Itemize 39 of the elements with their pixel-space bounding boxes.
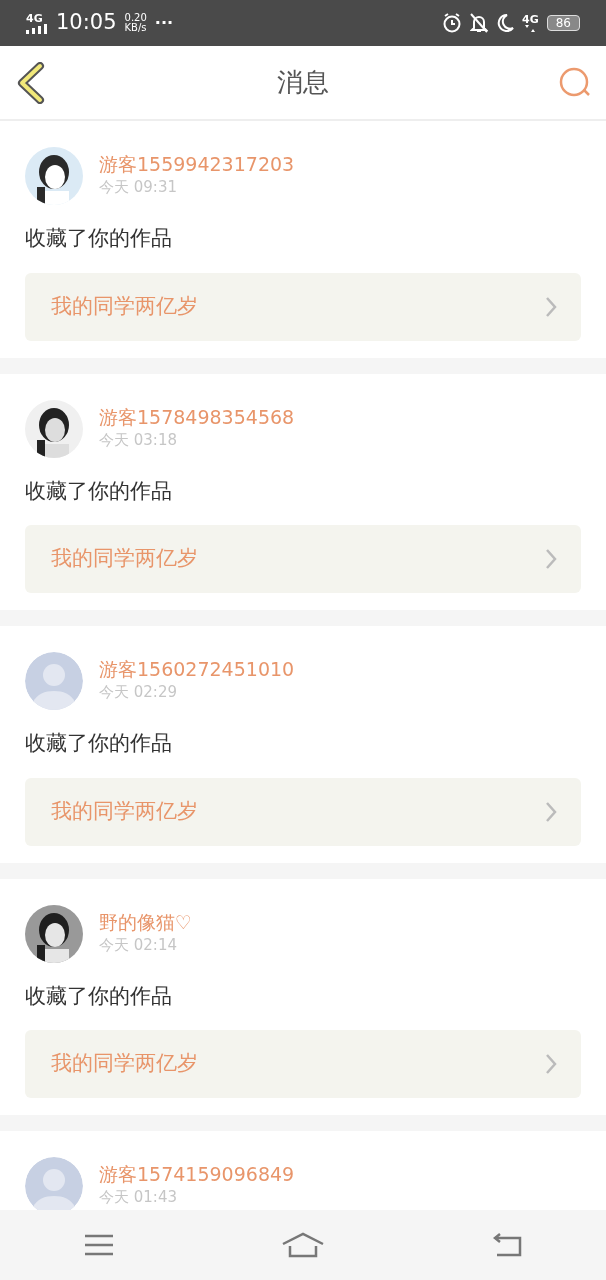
- work-link[interactable]: 我的同学两亿岁: [25, 1030, 581, 1098]
- chevron-right-icon: [545, 295, 557, 318]
- user-name: 游客1560272451010: [99, 658, 295, 682]
- back-nav-icon[interactable]: [492, 1233, 522, 1257]
- battery-level: 86: [546, 15, 580, 31]
- user-name: 游客1559942317203: [99, 153, 295, 177]
- message-time: 今天 01:43: [99, 1187, 178, 1209]
- signal-icon: [26, 23, 48, 34]
- message-text: 收藏了你的作品: [25, 982, 173, 1010]
- work-link[interactable]: 我的同学两亿岁: [25, 777, 581, 846]
- network-label: 4G: [522, 13, 539, 25]
- chevron-right-icon: [545, 800, 557, 823]
- alarm-icon: [442, 13, 463, 33]
- bell-muted-icon: [470, 13, 489, 33]
- default-avatar-icon: [25, 652, 83, 710]
- message-time: 今天 03:18: [99, 429, 178, 451]
- network-label: 4G: [26, 12, 43, 24]
- user-name: 野的像猫♡: [99, 910, 193, 934]
- message-text: 收藏了你的作品: [25, 730, 173, 757]
- moon-icon: [496, 13, 515, 33]
- more-indicator: ···: [154, 12, 174, 34]
- status-time: 10:05: [56, 9, 117, 37]
- network-speed: 0.20: [124, 13, 147, 23]
- message-text: 收藏了你的作品: [25, 225, 173, 252]
- speed-unit: KB/s: [124, 23, 147, 33]
- work-link[interactable]: 我的同学两亿岁: [25, 272, 581, 341]
- home-icon[interactable]: [282, 1232, 324, 1258]
- work-link[interactable]: 我的同学两亿岁: [25, 525, 581, 593]
- chevron-right-icon: [545, 548, 557, 570]
- chevron-right-icon: [545, 1053, 557, 1075]
- menu-icon[interactable]: [84, 1234, 114, 1256]
- user-name: 游客1578498354568: [99, 405, 295, 429]
- data-arrows-icon: [524, 24, 537, 33]
- message-time: 今天 09:31: [99, 177, 178, 199]
- message-time: 今天 02:14: [99, 934, 178, 956]
- message-text: 收藏了你的作品: [25, 477, 173, 505]
- user-name: 游客1574159096849: [99, 1163, 295, 1187]
- page-title: 消息: [277, 66, 329, 99]
- message-time: 今天 02:29: [99, 682, 178, 704]
